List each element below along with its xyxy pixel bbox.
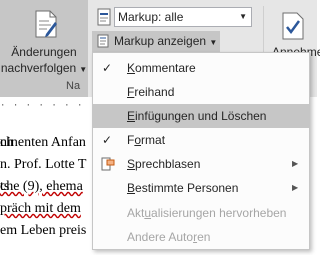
menu-item-label: Sprechblasen xyxy=(127,157,201,171)
menu-item-aktualisierungen: Aktualisierungen hervorheben xyxy=(93,201,309,225)
menu-item-andere-autoren: Andere Autoren xyxy=(93,225,309,249)
menu-item-kommentare[interactable]: ✓ Kommentare xyxy=(93,56,309,80)
doc-line: em Leben preis xyxy=(0,223,87,238)
markup-select[interactable]: Markup: alle ▼ xyxy=(114,7,252,27)
markup-select-value: Markup: alle xyxy=(118,10,184,24)
track-changes-label-line1: Änderungen xyxy=(11,45,77,59)
menu-item-einfuegungen-loeschen[interactable]: Einfügungen und Löschen xyxy=(93,104,309,128)
menu-item-label: Freihand xyxy=(127,85,175,99)
menu-item-label: Kommentare xyxy=(127,61,196,75)
markup-doc-icon xyxy=(97,8,111,26)
doc-line: n. Prof. Lotte T xyxy=(0,157,87,172)
checkmark-icon: ✓ xyxy=(102,133,113,147)
menu-item-bestimmte-personen[interactable]: Bestimmte Personen ▶ xyxy=(93,176,309,200)
menu-item-freihand[interactable]: Freihand xyxy=(93,80,309,104)
track-changes-button[interactable]: Änderungen nachverfolgen ▼ xyxy=(0,0,88,78)
chevron-down-icon: ▼ xyxy=(79,65,88,74)
menu-item-sprechblasen[interactable]: Sprechblasen ▶ xyxy=(93,152,309,176)
chevron-down-icon: ▼ xyxy=(239,12,247,21)
group-label: Na xyxy=(66,80,81,92)
menu-item-label: Bestimmte Personen xyxy=(127,181,239,195)
menu-item-label: Andere Autoren xyxy=(127,230,211,244)
menu-item-label: Einfügungen und Löschen xyxy=(127,109,267,123)
show-markup-icon xyxy=(97,34,109,48)
show-markup-label: Markup anzeigen ▼ xyxy=(114,34,218,48)
chevron-down-icon: ▼ xyxy=(209,38,218,47)
track-changes-icon xyxy=(35,10,57,38)
menu-item-label: Aktualisierungen hervorheben xyxy=(127,206,287,220)
balloon-icon xyxy=(101,157,115,171)
menu-item-label: Format xyxy=(127,133,166,147)
menu-item-format[interactable]: ✓ Format xyxy=(93,128,309,152)
submenu-arrow-icon: ▶ xyxy=(292,183,299,192)
show-markup-button[interactable]: Markup anzeigen ▼ xyxy=(92,31,220,52)
track-changes-label-line2: nachverfolgen ▼ xyxy=(0,61,88,75)
checkmark-icon: ✓ xyxy=(102,61,113,75)
accept-icon[interactable] xyxy=(282,12,304,40)
doc-line: präch mit dem xyxy=(0,201,81,216)
submenu-arrow-icon: ▶ xyxy=(292,159,299,168)
show-markup-menu: ✓ Kommentare Freihand Einfügungen und Lö… xyxy=(92,52,310,250)
